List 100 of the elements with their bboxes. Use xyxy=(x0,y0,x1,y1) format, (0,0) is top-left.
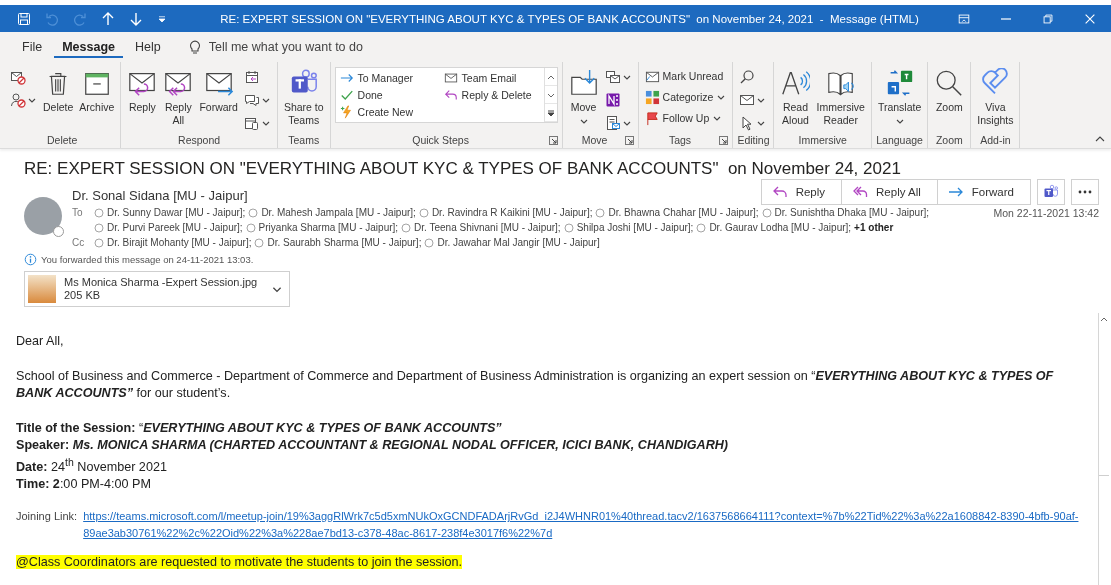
more-recipients-link[interactable]: +1 other xyxy=(854,220,894,235)
recipient-link[interactable]: Dr. Bhawna Chahar [MU - Jaipur]; xyxy=(595,205,759,220)
menu-tab[interactable]: File xyxy=(14,36,51,58)
chat-icon xyxy=(243,92,260,108)
mark-unread-button[interactable]: Mark Unread xyxy=(642,67,729,85)
quick-step[interactable]: To Manager xyxy=(339,70,444,86)
dialog-launcher-button[interactable] xyxy=(719,135,729,145)
zoom-button[interactable]: Zoom xyxy=(932,66,967,116)
minimize-icon xyxy=(1000,17,1012,20)
group-label: Move xyxy=(580,133,609,147)
info-icon xyxy=(24,253,37,266)
detail-line: Title of the Session: “EVERYTHING ABOUT KYC & TYPES OF BANK ACCOUNTS” xyxy=(16,420,503,437)
presence-icon xyxy=(94,222,104,233)
group-label: Zoom xyxy=(934,133,964,147)
presence-icon xyxy=(424,237,435,248)
presence-icon xyxy=(418,207,429,218)
follow-up-button[interactable]: Follow Up xyxy=(642,109,729,127)
forward-button[interactable]: Forward xyxy=(197,66,240,116)
share-to-teams-button[interactable]: Share to Teams xyxy=(281,66,326,129)
teams-button[interactable] xyxy=(1037,179,1065,205)
group-label: Editing xyxy=(737,133,770,147)
translate-button[interactable]: Translate xyxy=(875,66,924,129)
folder-icon xyxy=(568,68,599,98)
insights-button[interactable]: Viva Insights xyxy=(975,66,1016,129)
cc-label: Cc xyxy=(72,236,86,250)
reply-all-button[interactable]: Reply All xyxy=(842,180,938,204)
window-title: RE: EXPERT SESSION ON "EVERYTHING ABOUT KYC & TYPES OF BANK ACCOUNTS" on November 24, 2021 - Message (HTML) xyxy=(219,12,920,25)
dialog-launcher-button[interactable] xyxy=(624,135,634,145)
launcher-icon xyxy=(719,135,729,145)
recipient-link[interactable]: Dr. Ravindra R Kaikini [MU - Jaipur]; xyxy=(418,205,593,220)
body-text: Dear All, xyxy=(16,333,65,350)
link-label: Joining Link: xyxy=(16,509,78,525)
move-button[interactable]: Move xyxy=(566,66,601,129)
group-label: Teams xyxy=(287,133,321,147)
recipient-link[interactable]: Dr. Sunny Dawar [MU - Jaipur]; xyxy=(94,205,246,220)
recipient-link[interactable]: Dr. Saurabh Sharma [MU - Jaipur]; xyxy=(254,235,422,250)
highlighted-text: @Class Coordinators are requested to motivate the students to join the session. xyxy=(16,555,463,570)
group-label: Add-in xyxy=(979,133,1012,147)
recipient-link[interactable]: Priyanka Sharma [MU - Jaipur]; xyxy=(245,220,399,235)
sender-name[interactable]: Dr. Sonal Sidana [MU - Jaipur] xyxy=(72,188,761,203)
menu-tab[interactable]: Message xyxy=(54,36,123,58)
forwarded-notice: You forwarded this message on 24-11-2021 13:03. xyxy=(41,254,254,265)
restore-icon xyxy=(1041,11,1055,26)
recipient-link[interactable]: Shilpa Joshi [MU - Jaipur]; xyxy=(563,220,694,235)
image-thumbnail xyxy=(28,275,56,303)
actions-icon xyxy=(604,115,621,131)
immersive-reader-button[interactable]: Immersive Reader xyxy=(814,66,867,129)
forward-button[interactable]: Forward xyxy=(937,180,1030,204)
presence-icon xyxy=(94,207,104,218)
categorize-button[interactable]: Categorize xyxy=(642,88,729,106)
flag-icon xyxy=(644,110,660,126)
reply-icon xyxy=(443,88,458,102)
recipient-link[interactable]: Dr. Purvi Pareek [MU - Jaipur]; xyxy=(94,220,243,235)
color-squares-icon xyxy=(644,89,660,105)
envelope-icon xyxy=(739,92,756,108)
quick-step[interactable]: Reply & Delete xyxy=(443,87,540,103)
message-date: Mon 22-11-2021 13:42 xyxy=(993,207,1099,221)
delete-button[interactable]: Delete xyxy=(41,66,76,116)
lightning-icon xyxy=(339,105,354,119)
recipient-link[interactable]: Dr. Gaurav Lodha [MU - Jaipur]; xyxy=(696,220,852,235)
recipient-link[interactable]: Dr. Mahesh Jampala [MU - Jaipur]; xyxy=(248,205,416,220)
recipient-link[interactable]: Dr. Teena Shivnani [MU - Jaipur]; xyxy=(401,220,561,235)
presence-icon xyxy=(245,222,256,233)
body-text: School of Business and Commerce - Department of Commerce and Department of Business Administration is organizing an expert session on “EVERYTHING ABOUT KYC & TYPES OF BANK ACCOUNTS” for our student’s. xyxy=(16,368,1055,402)
group-label: Delete xyxy=(46,133,79,147)
presence-icon xyxy=(595,207,606,218)
tell-me-field[interactable]: Tell me what you want to do xyxy=(208,40,439,54)
archive-button[interactable]: Archive xyxy=(77,66,117,116)
group-label: Language xyxy=(875,133,924,147)
device-icon xyxy=(243,115,260,131)
launcher-icon xyxy=(624,135,634,145)
recipient-link[interactable]: Dr. Birajit Mohanty [MU - Jaipur]; xyxy=(94,235,252,250)
detail-line: Date: 24$^{th}$ November 2021 xyxy=(16,455,168,477)
group-label: Respond xyxy=(177,133,222,147)
recipient-link[interactable]: Dr. Sunishtha Dhaka [MU - Jaipur]; xyxy=(761,205,930,220)
read-aloud-button[interactable]: Read Aloud xyxy=(778,66,813,129)
presence-icon xyxy=(761,207,772,218)
dialog-launcher-button[interactable] xyxy=(548,135,558,145)
arrow-icon xyxy=(339,71,354,85)
reply-all-button[interactable]: Reply All xyxy=(161,66,196,129)
quick-step[interactable]: Create New xyxy=(339,104,444,120)
collapse-ribbon-button[interactable] xyxy=(1095,134,1105,144)
scrollbar[interactable] xyxy=(1098,313,1109,585)
recipient-link[interactable]: Dr. Jawahar Mal Jangir [MU - Jaipur] xyxy=(424,235,600,250)
launcher-icon xyxy=(548,135,558,145)
presence-icon xyxy=(563,222,574,233)
menu-tab[interactable]: Help xyxy=(126,36,169,58)
group-label: Immersive xyxy=(797,133,848,147)
to-label: To xyxy=(72,206,84,220)
quick-step[interactable]: Done xyxy=(339,87,444,103)
quick-step[interactable]: Team Email xyxy=(443,70,540,86)
chevron-up-icon xyxy=(1095,134,1105,144)
meeting-link[interactable]: https://teams.microsoft.com/l/meetup-join/19%3aggRlWrk7c5d5xmNUkOxGCNDFADArjRvGd_i2J4WHNR01%40thread.tacv2/1637568664111?context=%7b%22Tid%22%3a%22a1608842-8390-4bfb-90af-89ae3ab30761%22%2c%22Oid%22%3a%228ae7bd13-c378-48ac-8617-238f4e3017f6%22%7d xyxy=(83,508,1084,543)
reply-button[interactable]: Reply xyxy=(125,66,160,116)
attachment-size: 205 KB xyxy=(64,289,102,302)
dropdown-icon xyxy=(546,108,555,117)
group-label: Quick Steps xyxy=(411,133,470,147)
notebook-icon xyxy=(604,92,621,108)
attachment-card[interactable]: Ms Monica Sharma -Expert Session.jpg 205 KB xyxy=(24,271,291,307)
reply-button[interactable]: Reply xyxy=(761,180,843,204)
